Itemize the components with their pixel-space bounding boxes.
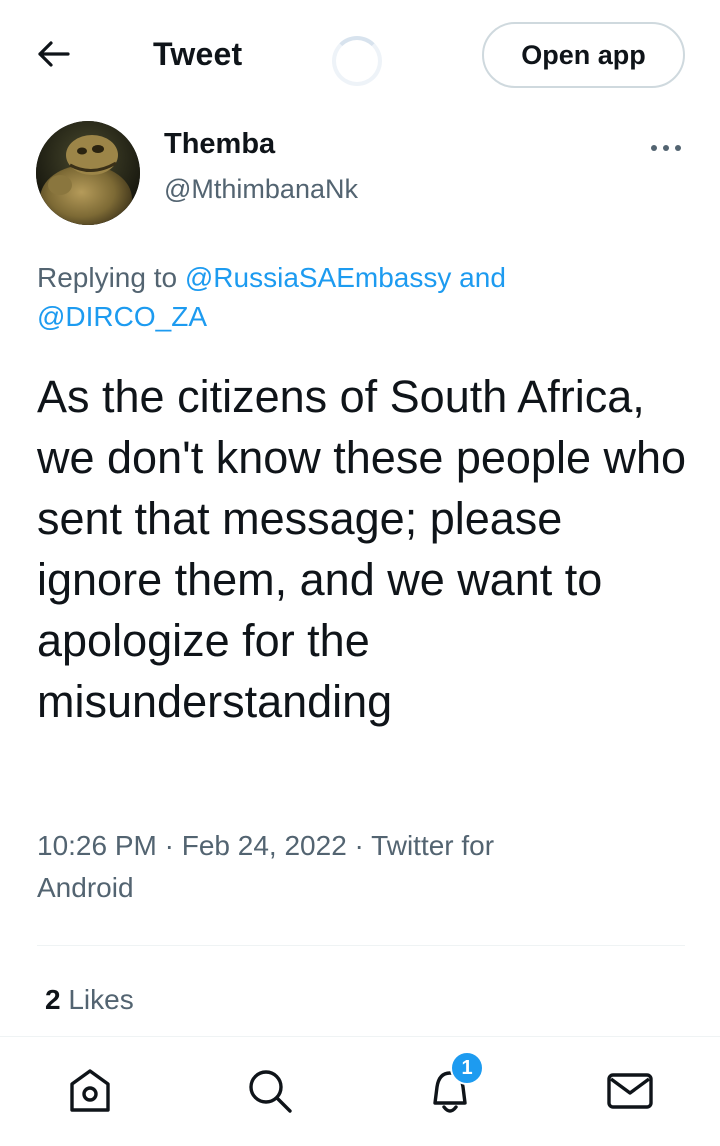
bottom-navigation: 1 — [0, 1036, 720, 1146]
tweet-meta: 10:26 PM · Feb 24, 2022 · Twitter for An… — [37, 825, 657, 909]
page-title: Tweet — [153, 36, 243, 72]
home-icon — [66, 1066, 114, 1121]
mention-dirco-za[interactable]: @DIRCO_ZA — [37, 301, 207, 332]
search-icon — [244, 1065, 296, 1122]
meta-separator: · — [346, 830, 372, 861]
ellipsis-icon — [650, 139, 682, 157]
replying-prefix: Replying to — [37, 262, 185, 293]
author-handle[interactable]: @MthimbanaNk — [164, 174, 358, 205]
avatar[interactable] — [36, 121, 140, 225]
likes-stat[interactable]: 2 Likes — [45, 984, 134, 1016]
tweet-text: As the citizens of South Africa, we don'… — [37, 371, 687, 727]
tweet-source-platform: Android — [37, 872, 134, 903]
tweet-date[interactable]: Feb 24, 2022 — [182, 830, 347, 861]
mention-connector: and — [451, 262, 506, 293]
top-bar: Tweet Open app — [0, 0, 720, 110]
author-display-name[interactable]: Themba — [164, 128, 275, 161]
mention-russiasaembassy[interactable]: @RussiaSAEmbassy — [185, 262, 452, 293]
meta-separator: · — [156, 830, 182, 861]
likes-label: Likes — [60, 984, 134, 1015]
nav-search[interactable] — [242, 1065, 298, 1121]
nav-messages[interactable] — [602, 1065, 658, 1121]
messages-icon — [605, 1069, 655, 1118]
more-options-button[interactable] — [646, 134, 686, 162]
divider — [37, 945, 685, 946]
notification-count-badge: 1 — [450, 1051, 484, 1085]
likes-count: 2 — [45, 984, 61, 1015]
tweet-source: Twitter for — [371, 830, 495, 861]
arrow-left-icon — [37, 40, 71, 73]
nav-home[interactable] — [62, 1065, 118, 1121]
loading-spinner-icon — [332, 36, 382, 86]
back-button[interactable] — [30, 34, 78, 78]
replying-to: Replying to @RussiaSAEmbassy and @DIRCO_… — [37, 258, 677, 336]
tweet-time[interactable]: 10:26 PM — [37, 830, 157, 861]
open-app-button[interactable]: Open app — [482, 22, 685, 88]
